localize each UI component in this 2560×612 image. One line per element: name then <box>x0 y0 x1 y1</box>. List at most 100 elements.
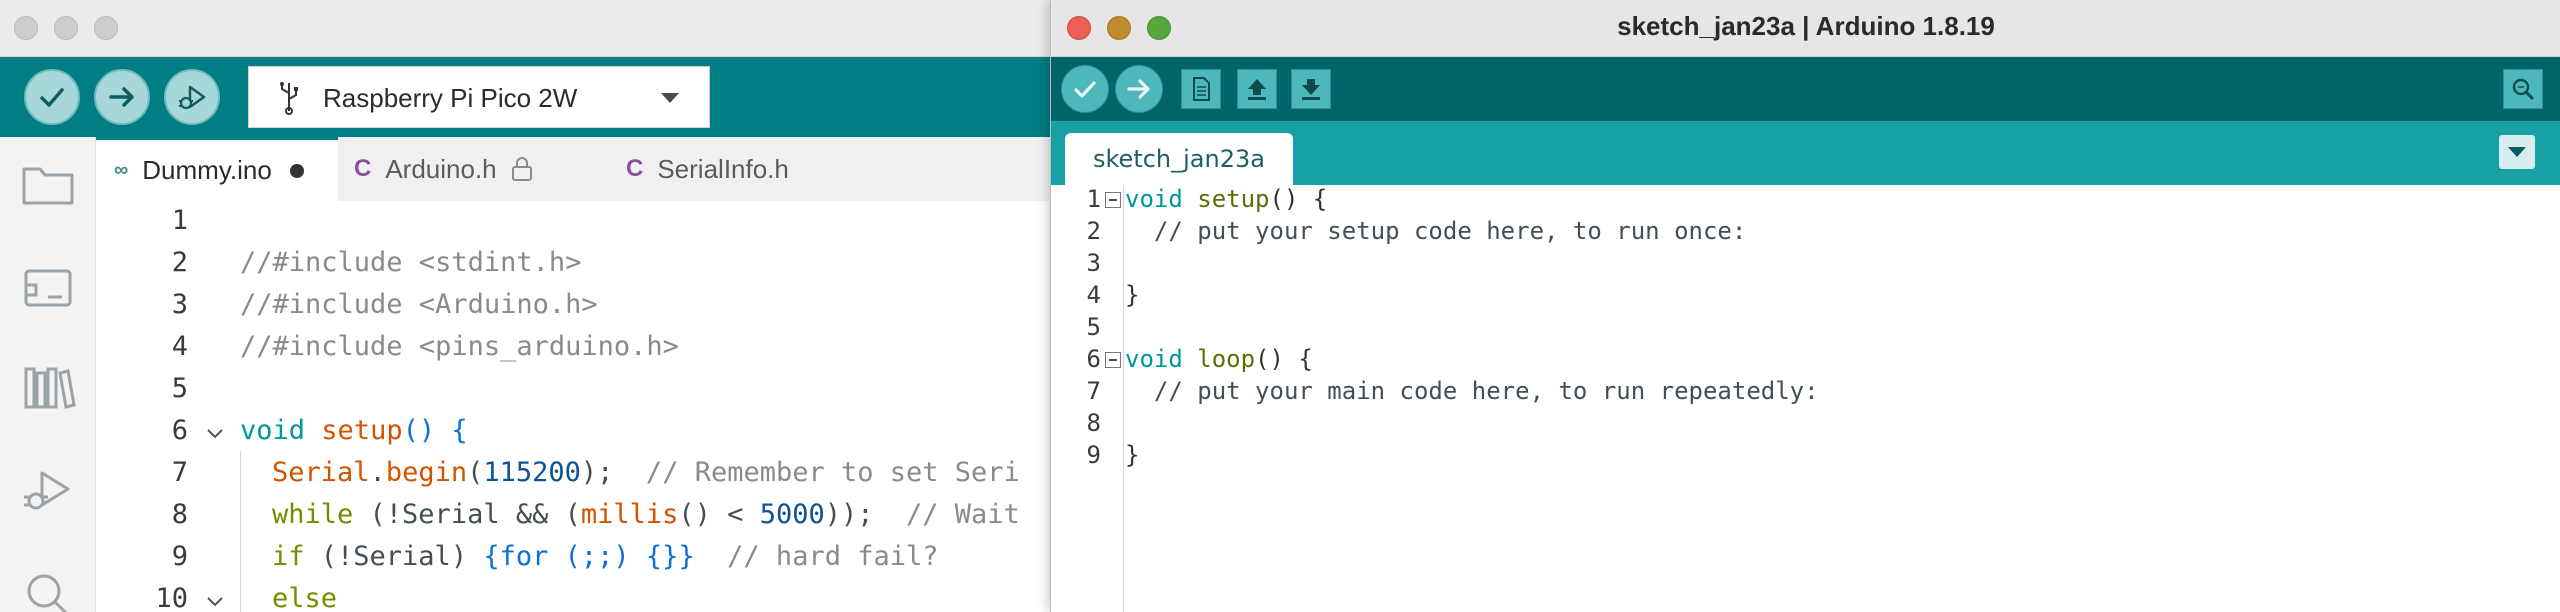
minimize-window-button[interactable] <box>54 16 78 40</box>
zoom-window-button[interactable] <box>94 16 118 40</box>
code-line: void setup() { <box>1125 185 1328 213</box>
line-number: 2 <box>1086 217 1101 245</box>
ide1-toolbar <box>1051 57 2560 121</box>
line-number: 7 <box>1086 377 1101 405</box>
open-sketch-button[interactable] <box>1237 69 1277 109</box>
fold-toggle-icon[interactable] <box>1105 192 1121 208</box>
line-gutter: 1 2 3 4 5 6 7 8 9 <box>1051 185 1124 612</box>
search-button[interactable] <box>20 567 76 612</box>
arrow-right-icon <box>1127 79 1150 99</box>
line-number: 5 <box>1086 313 1101 341</box>
code-line: if (!Serial) {for (;;) {}} // hard fail? <box>272 541 939 572</box>
code-line: // put your main code here, to run repea… <box>1125 377 1819 405</box>
line-number: 1 <box>171 205 188 236</box>
arduino-1819-window: sketch_jan23a | Arduino 1.8.19 sketch_ja… <box>1050 0 2560 612</box>
line-number: 4 <box>1086 281 1101 309</box>
code-line: } <box>1125 441 1140 469</box>
line-number: 2 <box>171 247 188 278</box>
new-sketch-button[interactable] <box>1181 69 1221 109</box>
debug-panel-button[interactable] <box>20 467 76 517</box>
arrow-down-icon <box>1302 79 1320 100</box>
code-line: while (!Serial && (millis() < 5000)); //… <box>272 499 1020 530</box>
debug-bug-icon <box>179 85 206 110</box>
ide1-tabbar: sketch_jan23a <box>1051 121 2560 185</box>
arduino-ide2-window: Raspberry Pi Pico 2W ∞ Dummy.ino C Ardui… <box>0 0 1060 612</box>
chevron-down-icon <box>2508 147 2526 157</box>
save-sketch-button[interactable] <box>1291 69 1331 109</box>
line-number: 10 <box>155 583 188 612</box>
board-name: Raspberry Pi Pico 2W <box>323 83 578 113</box>
search-icon <box>27 574 68 612</box>
code-line: else <box>272 583 338 612</box>
code-line: Serial.begin(115200); // Remember to set… <box>272 457 1020 488</box>
ide2-sidebar <box>0 137 96 612</box>
line-number: 3 <box>1086 249 1101 277</box>
line-number: 4 <box>171 331 188 362</box>
magnifier-icon <box>2512 78 2535 101</box>
line-number: 8 <box>1086 409 1101 437</box>
library-manager-button[interactable] <box>20 363 76 413</box>
tab-label: SerialInfo.h <box>657 153 789 184</box>
verify-button[interactable] <box>1061 65 1109 113</box>
tab-dummy-ino[interactable]: ∞ Dummy.ino <box>96 137 338 201</box>
tab-label: Dummy.ino <box>142 155 272 185</box>
tab-arduino-h[interactable]: C Arduino.h <box>340 137 610 201</box>
line-number: 1 <box>1086 185 1101 213</box>
new-file-icon <box>1193 77 1210 101</box>
ide1-code-editor[interactable]: 1 2 3 4 5 6 7 8 9 void setup() { // put … <box>1051 185 2560 612</box>
tab-serialinfo-h[interactable]: C SerialInfo.h <box>612 137 872 201</box>
code-line: //#include <Arduino.h> <box>240 289 598 320</box>
close-window-button[interactable] <box>14 16 38 40</box>
folder-icon <box>22 167 74 205</box>
boards-manager-button[interactable] <box>20 263 76 313</box>
board-selector[interactable]: Raspberry Pi Pico 2W <box>248 66 710 128</box>
code-line: //#include <stdint.h> <box>240 247 582 278</box>
sketchbook-button[interactable] <box>20 159 76 209</box>
checkmark-icon <box>1074 81 1096 98</box>
fold-chevron-icon[interactable] <box>204 591 226 612</box>
verify-button[interactable] <box>24 69 80 125</box>
line-number: 9 <box>1086 441 1101 469</box>
ide2-editor-tabs: ∞ Dummy.ino C Arduino.h C SerialInfo.h <box>96 137 1060 201</box>
tab-menu-button[interactable] <box>2499 135 2535 169</box>
line-number: 3 <box>171 289 188 320</box>
indent-guide <box>240 451 241 612</box>
board-icon <box>24 269 72 307</box>
line-number: 6 <box>1086 345 1101 373</box>
debug-button[interactable] <box>164 69 220 125</box>
code-line: } <box>1125 281 1140 309</box>
serial-monitor-button[interactable] <box>2503 69 2543 109</box>
line-number: 7 <box>171 457 188 488</box>
fold-chevron-icon[interactable] <box>204 423 226 445</box>
library-books-icon <box>24 367 76 409</box>
checkmark-icon <box>40 88 64 107</box>
c-file-icon: C <box>354 155 372 182</box>
code-line: //#include <pins_arduino.h> <box>240 331 679 362</box>
ide1-titlebar: sketch_jan23a | Arduino 1.8.19 <box>1051 0 2560 57</box>
upload-button[interactable] <box>94 69 150 125</box>
unsaved-dot-icon <box>289 163 304 178</box>
c-file-icon: C <box>626 155 644 182</box>
debug-bug-icon <box>24 471 70 510</box>
arrow-right-icon <box>109 87 134 107</box>
ide2-toolbar: Raspberry Pi Pico 2W <box>0 57 1060 137</box>
window-title: sketch_jan23a | Arduino 1.8.19 <box>1617 11 1995 41</box>
chevron-down-icon <box>661 93 679 103</box>
line-number: 9 <box>171 541 188 572</box>
infinity-icon: ∞ <box>114 159 129 181</box>
tab-sketch-jan23a[interactable]: sketch_jan23a <box>1065 133 1293 185</box>
code-line: void loop() { <box>1125 345 1313 373</box>
usb-icon <box>280 82 298 115</box>
upload-button[interactable] <box>1115 65 1163 113</box>
line-number: 6 <box>171 415 188 446</box>
ide2-code-editor[interactable]: 1 2 3 4 5 6 7 8 9 10 //#include <stdint.… <box>96 201 1060 612</box>
fold-toggle-icon[interactable] <box>1105 352 1121 368</box>
lock-icon <box>511 157 532 181</box>
ide2-titlebar <box>0 0 1060 57</box>
tab-label: Arduino.h <box>385 153 497 184</box>
line-number: 5 <box>171 373 188 404</box>
code-line: // put your setup code here, to run once… <box>1125 217 1747 245</box>
arrow-up-icon <box>1248 79 1266 100</box>
line-number: 8 <box>171 499 188 530</box>
code-line: void setup() { <box>240 415 468 446</box>
